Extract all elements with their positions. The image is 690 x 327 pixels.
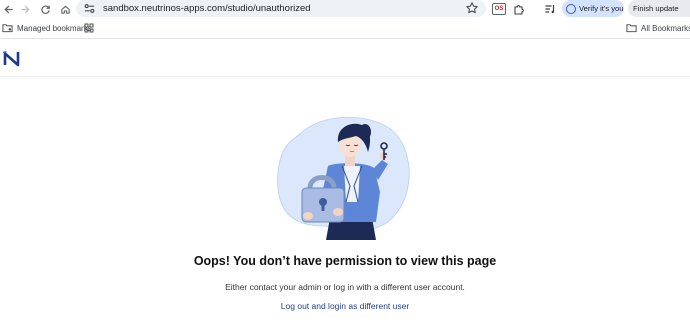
all-bookmarks-folder[interactable]: All Bookmarks: [626, 21, 690, 35]
managed-bookmarks-folder[interactable]: Managed bookmarks: [2, 21, 92, 35]
site-settings-icon[interactable]: [83, 2, 96, 15]
error-title: Oops! You don’t have permission to view …: [193, 254, 497, 268]
neutrinos-logo-icon[interactable]: [2, 50, 22, 67]
error-message: Either contact your admin or log in with…: [225, 282, 465, 292]
app-header: [0, 39, 690, 77]
home-icon[interactable]: [57, 1, 73, 17]
forward-arrow-icon[interactable]: [17, 1, 33, 17]
finish-update-button[interactable]: Finish update: [628, 0, 690, 17]
address-bar[interactable]: sandbox.neutrinos-apps.com/studio/unauth…: [76, 0, 486, 17]
apps-grid-icon[interactable]: [84, 21, 98, 35]
managed-folder-icon: [2, 24, 13, 33]
reading-list-icon[interactable]: [542, 2, 557, 16]
logout-login-link[interactable]: Log out and login as different user: [0, 301, 690, 311]
extensions-puzzle-icon[interactable]: [511, 2, 526, 16]
shirt: [344, 166, 360, 202]
profile-icon: [566, 3, 576, 14]
folder-icon: [626, 24, 637, 33]
extension-os-icon[interactable]: OS: [492, 3, 506, 15]
url-text[interactable]: sandbox.neutrinos-apps.com/studio/unauth…: [103, 1, 311, 16]
bookmark-star-icon[interactable]: [465, 1, 479, 15]
bookmarks-bar: Managed bookmarks All Bookmarks: [0, 20, 690, 36]
unauthorized-illustration: [277, 116, 410, 240]
reload-icon[interactable]: [37, 1, 53, 17]
browser-toolbar: sandbox.neutrinos-apps.com/studio/unauth…: [0, 0, 690, 18]
verify-identity-button[interactable]: Verify it's you: [562, 0, 624, 17]
back-arrow-icon[interactable]: [0, 1, 16, 17]
